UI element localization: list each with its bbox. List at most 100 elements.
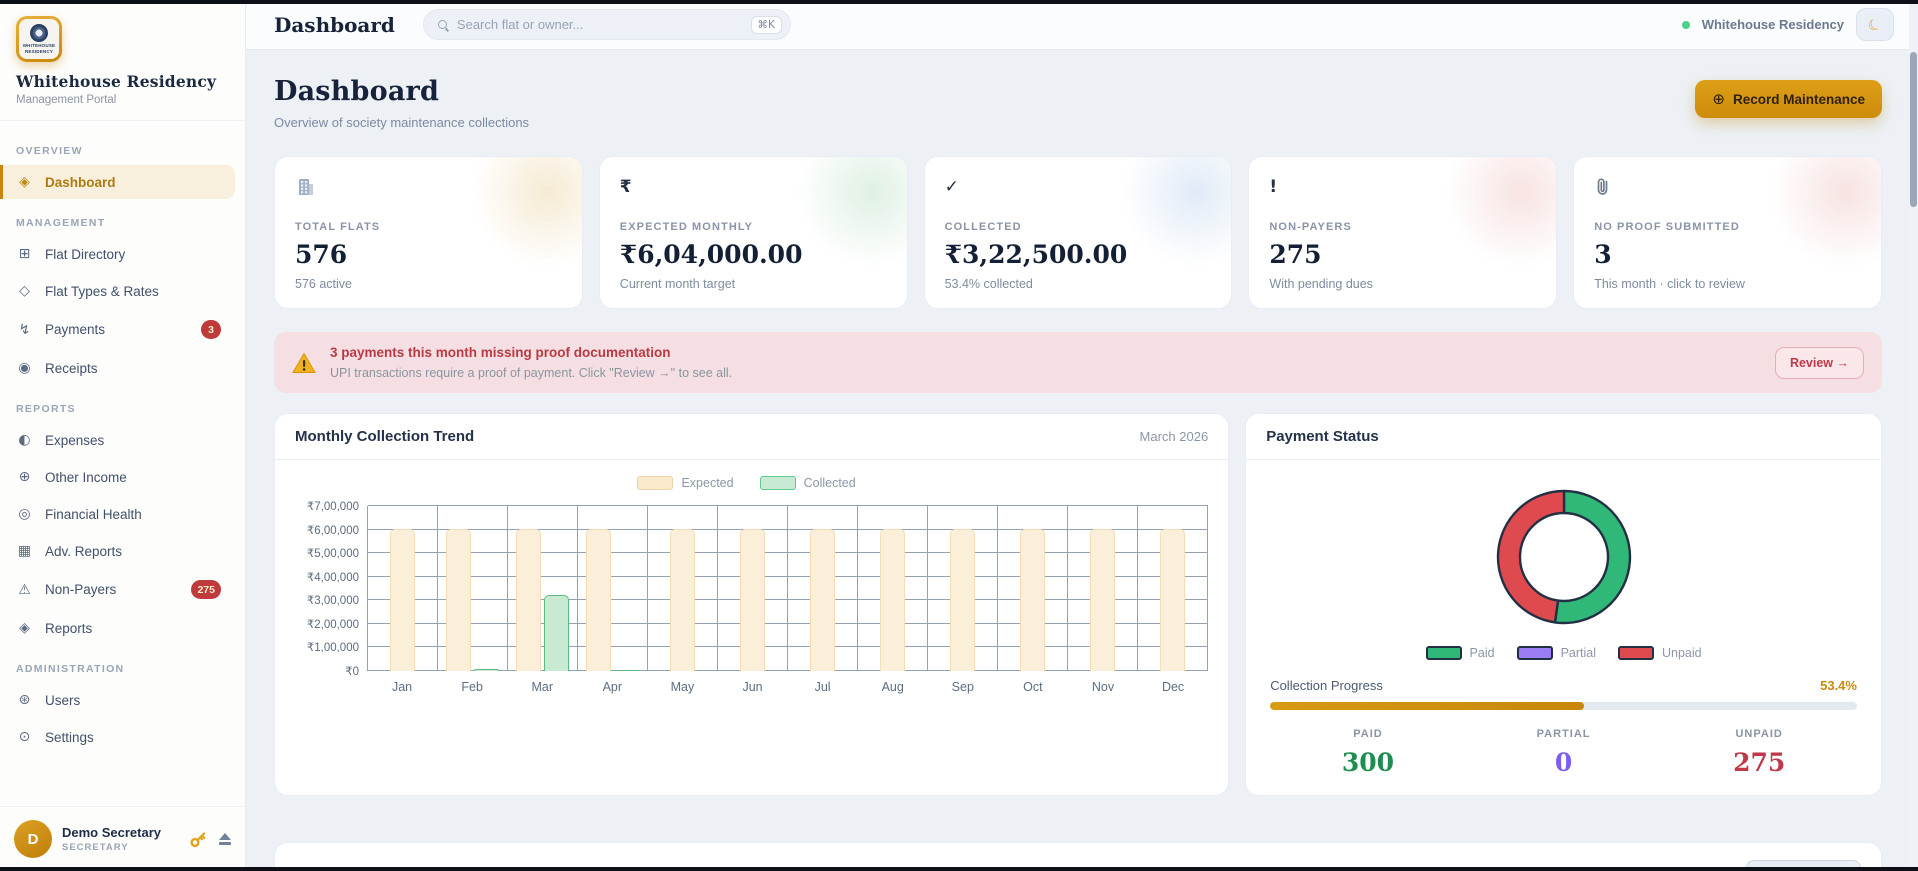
building-icon: [295, 175, 562, 199]
sidebar-item-label: Flat Directory: [45, 247, 221, 262]
y-axis: ₹0₹1,00,000₹2,00,000₹3,00,000₹4,00,000₹5…: [285, 506, 367, 671]
sidebar-item-flat-types-rates[interactable]: ◇Flat Types & Rates: [0, 274, 235, 308]
sidebar-item-label: Payments: [45, 322, 189, 337]
month-slot-feb: [438, 506, 508, 671]
review-button[interactable]: Review →: [1775, 347, 1864, 379]
payment-status-panel: Payment Status PaidPartialUnpaid Collect…: [1245, 413, 1882, 796]
nav-section-label: OVERVIEW: [16, 145, 229, 157]
trend-legend: ExpectedCollected: [285, 476, 1208, 490]
sidebar-item-settings[interactable]: ⊙ Settings: [0, 720, 235, 754]
sidebar-item-payments[interactable]: ↯Payments3: [0, 311, 235, 348]
record-maintenance-button[interactable]: ⊕ Record Maintenance: [1695, 80, 1882, 118]
sidebar: WHITEHOUSE RESIDENCY Whitehouse Residenc…: [0, 0, 246, 871]
status-stat-label: UNPAID: [1661, 728, 1857, 740]
donut-legend-item-paid: Paid: [1426, 646, 1495, 660]
expected-bar: [586, 529, 611, 671]
donut-segment-paid: [1555, 491, 1630, 623]
collected-bar: [474, 669, 499, 671]
reports-icon: ◈: [16, 620, 33, 636]
sidebar-item-expenses[interactable]: ◐Expenses: [0, 423, 235, 457]
x-tick-label: Feb: [437, 680, 507, 694]
sidebar-item-label: Users: [45, 693, 221, 708]
page-title: Dashboard: [274, 76, 529, 107]
donut-legend-item-unpaid: Unpaid: [1618, 646, 1702, 660]
logout-eject-icon[interactable]: [219, 833, 231, 845]
month-slot-nov: [1068, 506, 1138, 671]
x-tick-label: Dec: [1138, 680, 1208, 694]
sidebar-item-users[interactable]: ⊛Users: [0, 683, 235, 717]
stat-value: ₹6,04,000.00: [620, 240, 887, 269]
scrollbar-thumb[interactable]: [1910, 52, 1917, 207]
expected-bar: [810, 529, 835, 671]
stat-value: 576: [295, 240, 562, 269]
stat-card-total-flats: TOTAL FLATS576576 active: [274, 156, 583, 309]
legend-swatch: [1618, 646, 1654, 660]
sidebar-item-label: Reports: [45, 621, 221, 636]
sidebar-item-label: Non-Payers: [45, 582, 179, 597]
flat-directory-icon: ⊞: [16, 246, 33, 262]
key-icon[interactable]: [190, 831, 207, 848]
sidebar-item-receipts[interactable]: ◉Receipts: [0, 351, 235, 385]
sidebar-item-flat-directory[interactable]: ⊞ Flat Directory: [0, 237, 235, 271]
brand-header: WHITEHOUSE RESIDENCY Whitehouse Residenc…: [0, 0, 245, 121]
exclamation-icon: !: [1269, 175, 1536, 199]
month-slot-jan: [368, 506, 438, 671]
y-tick-label: ₹4,00,000: [307, 570, 359, 584]
legend-label: Unpaid: [1662, 646, 1702, 660]
sidebar-item-label: Financial Health: [45, 507, 221, 522]
sidebar-item-label: Adv. Reports: [45, 544, 221, 559]
status-stat-label: PARTIAL: [1466, 728, 1662, 740]
non-payers-icon: ⚠: [16, 582, 33, 598]
expenses-icon: ◐: [16, 432, 33, 448]
search-input[interactable]: [457, 17, 741, 32]
stat-label: NON-PAYERS: [1269, 221, 1536, 233]
legend-label: Expected: [681, 476, 733, 490]
legend-label: Paid: [1470, 646, 1495, 660]
sidebar-item-label: Other Income: [45, 470, 221, 485]
society-logo: WHITEHOUSE RESIDENCY: [16, 16, 62, 62]
status-stats-row: PAID300PARTIAL0UNPAID275: [1270, 728, 1857, 777]
nav-section-label: MANAGEMENT: [16, 217, 229, 229]
expected-bar: [516, 529, 541, 671]
sidebar-item-label: Dashboard: [45, 175, 221, 190]
expected-bar: [1090, 529, 1115, 671]
sidebar-item-other-income[interactable]: ⊕ Other Income: [0, 460, 235, 494]
adv-reports-icon: ▦: [16, 543, 33, 559]
moon-icon: ☾: [1865, 13, 1885, 35]
sidebar-nav: OVERVIEW◈DashboardMANAGEMENT⊞Flat Direct…: [0, 121, 245, 806]
plus-circle-icon: ⊕: [1712, 90, 1725, 108]
other-income-icon: ⊕: [16, 469, 33, 485]
status-stat-value: 300: [1270, 748, 1466, 777]
progress-label: Collection Progress: [1270, 678, 1383, 693]
window-edge-bottom: [0, 867, 1918, 871]
x-tick-label: Jan: [367, 680, 437, 694]
sidebar-item-label: Settings: [45, 730, 221, 745]
expected-bar: [1020, 529, 1045, 671]
month-slot-jun: [718, 506, 788, 671]
stat-card-collected: ✓COLLECTED₹3,22,500.0053.4% collected: [924, 156, 1233, 309]
sidebar-item-dashboard[interactable]: ◈Dashboard: [0, 165, 235, 199]
stat-card-no-proof-submitted[interactable]: NO PROOF SUBMITTED3This month · click to…: [1573, 156, 1882, 309]
monthly-trend-panel: Monthly Collection Trend March 2026 Expe…: [274, 413, 1229, 796]
app-root: WHITEHOUSE RESIDENCY Whitehouse Residenc…: [0, 0, 1918, 871]
stat-label: COLLECTED: [945, 221, 1212, 233]
sidebar-item-adv-reports[interactable]: ▦ Adv. Reports: [0, 534, 235, 568]
y-tick-label: ₹3,00,000: [307, 593, 359, 607]
expected-bar: [740, 529, 765, 671]
collected-bar: [544, 595, 569, 671]
logo-text: WHITEHOUSE: [23, 43, 56, 48]
settings-icon: ⊙: [16, 729, 33, 745]
count-badge: 275: [191, 580, 221, 599]
stat-sub: This month · click to review: [1594, 277, 1861, 291]
search-box[interactable]: ⌘K: [423, 9, 791, 40]
theme-toggle-button[interactable]: ☾: [1856, 8, 1894, 41]
sidebar-item-reports[interactable]: ◈ Reports: [0, 611, 235, 645]
expected-bar: [390, 529, 415, 671]
sidebar-item-financial-health[interactable]: ◎Financial Health: [0, 497, 235, 531]
stat-value: 275: [1269, 240, 1536, 269]
sidebar-item-non-payers[interactable]: ⚠ Non-Payers 275: [0, 571, 235, 608]
scrollbar-track[interactable]: [1909, 4, 1918, 867]
x-tick-label: Sep: [928, 680, 998, 694]
month-slot-may: [648, 506, 718, 671]
stat-cards-row: TOTAL FLATS576576 active₹EXPECTED MONTHL…: [274, 156, 1882, 309]
